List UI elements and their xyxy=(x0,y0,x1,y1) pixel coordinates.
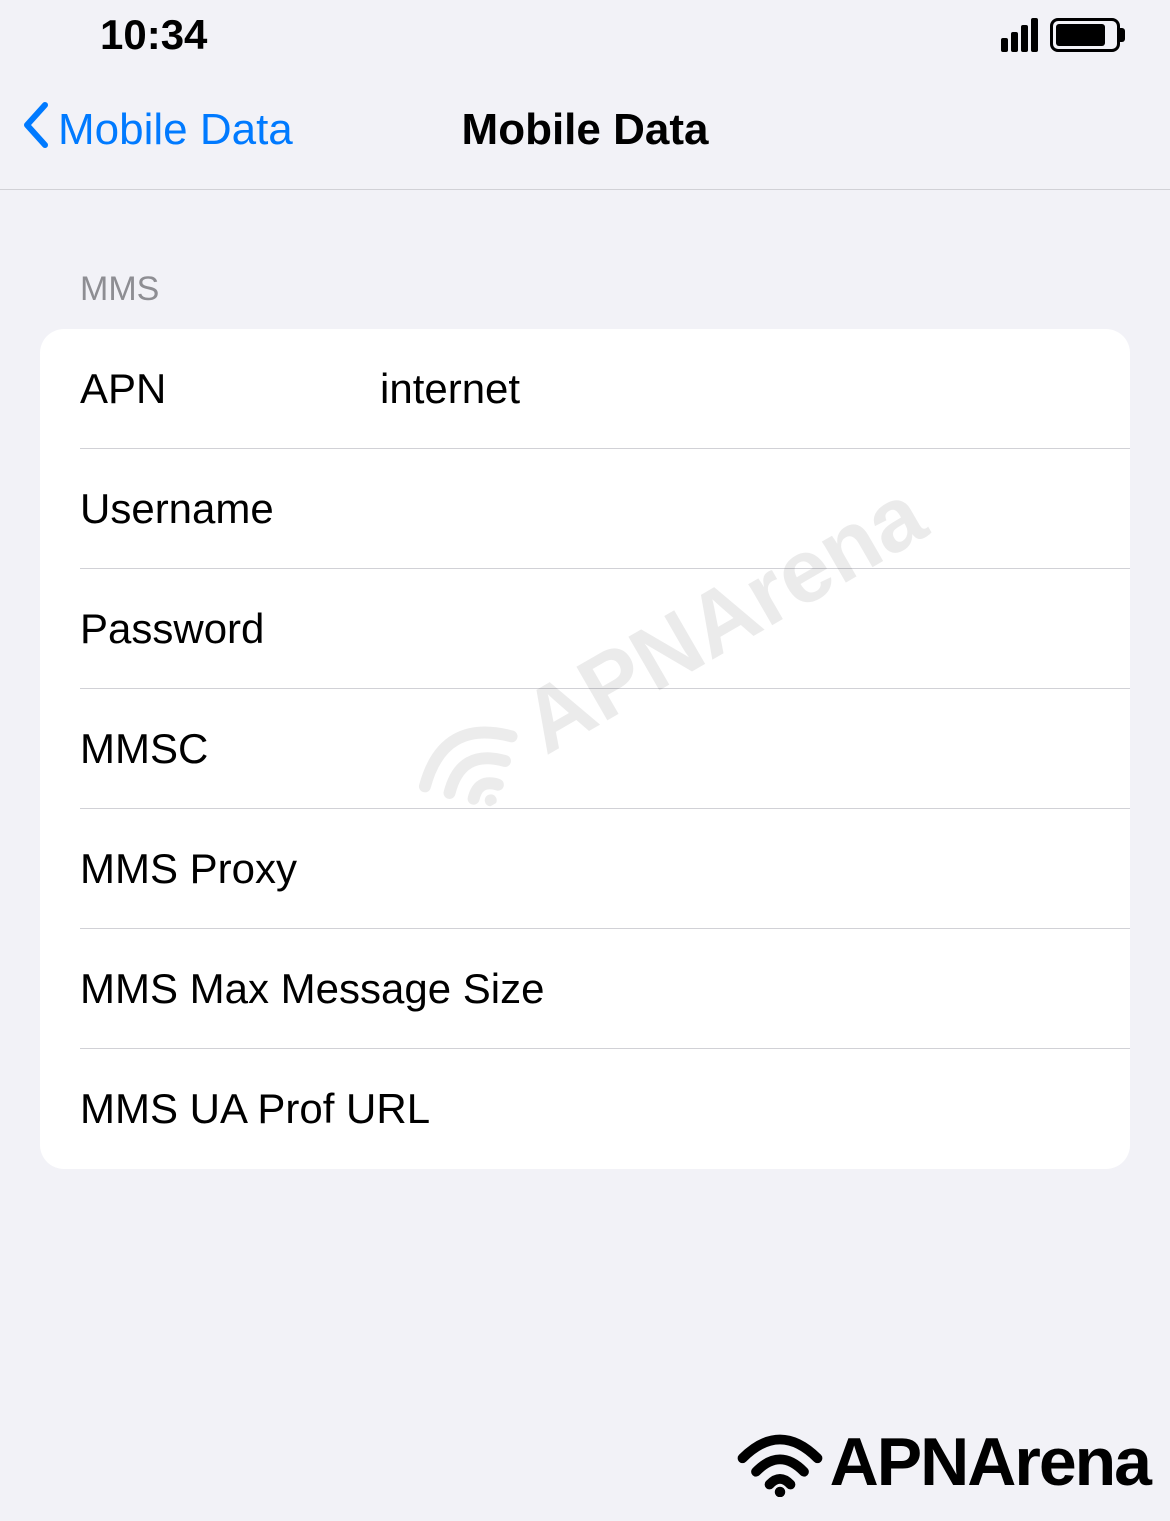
battery-icon xyxy=(1050,18,1120,52)
password-label: Password xyxy=(80,605,380,653)
status-icons xyxy=(1001,18,1120,52)
mms-max-size-row[interactable]: MMS Max Message Size xyxy=(40,929,1130,1049)
section-header: MMS xyxy=(40,270,1130,329)
back-button[interactable]: Mobile Data xyxy=(20,100,293,160)
apn-label: APN xyxy=(80,365,380,413)
mmsc-label: MMSC xyxy=(80,725,380,773)
content-area: MMS APN Username Password MMSC MMS Proxy xyxy=(0,190,1170,1169)
back-label: Mobile Data xyxy=(58,105,293,155)
watermark-bottom: APNArena xyxy=(735,1423,1150,1501)
mms-proxy-label: MMS Proxy xyxy=(80,845,380,893)
watermark-bottom-text: APNArena xyxy=(830,1423,1150,1501)
mms-proxy-input[interactable] xyxy=(380,845,1090,893)
page-title: Mobile Data xyxy=(462,105,709,155)
username-label: Username xyxy=(80,485,380,533)
mmsc-input[interactable] xyxy=(380,725,1090,773)
password-input[interactable] xyxy=(380,605,1090,653)
mms-max-size-label: MMS Max Message Size xyxy=(80,965,544,1013)
mms-ua-prof-row[interactable]: MMS UA Prof URL xyxy=(40,1049,1130,1169)
status-time: 10:34 xyxy=(100,11,207,59)
chevron-left-icon xyxy=(20,100,50,160)
username-row[interactable]: Username xyxy=(40,449,1130,569)
password-row[interactable]: Password xyxy=(40,569,1130,689)
settings-group: APN Username Password MMSC MMS Proxy MMS… xyxy=(40,329,1130,1169)
wifi-icon xyxy=(735,1427,825,1497)
apn-input[interactable] xyxy=(380,365,1090,413)
navigation-bar: Mobile Data Mobile Data xyxy=(0,70,1170,190)
apn-row[interactable]: APN xyxy=(40,329,1130,449)
cellular-signal-icon xyxy=(1001,18,1038,52)
mms-ua-prof-label: MMS UA Prof URL xyxy=(80,1085,430,1133)
mmsc-row[interactable]: MMSC xyxy=(40,689,1130,809)
mms-proxy-row[interactable]: MMS Proxy xyxy=(40,809,1130,929)
username-input[interactable] xyxy=(380,485,1090,533)
mms-ua-prof-input[interactable] xyxy=(430,1085,1090,1133)
status-bar: 10:34 xyxy=(0,0,1170,70)
mms-max-size-input[interactable] xyxy=(544,965,1090,1013)
